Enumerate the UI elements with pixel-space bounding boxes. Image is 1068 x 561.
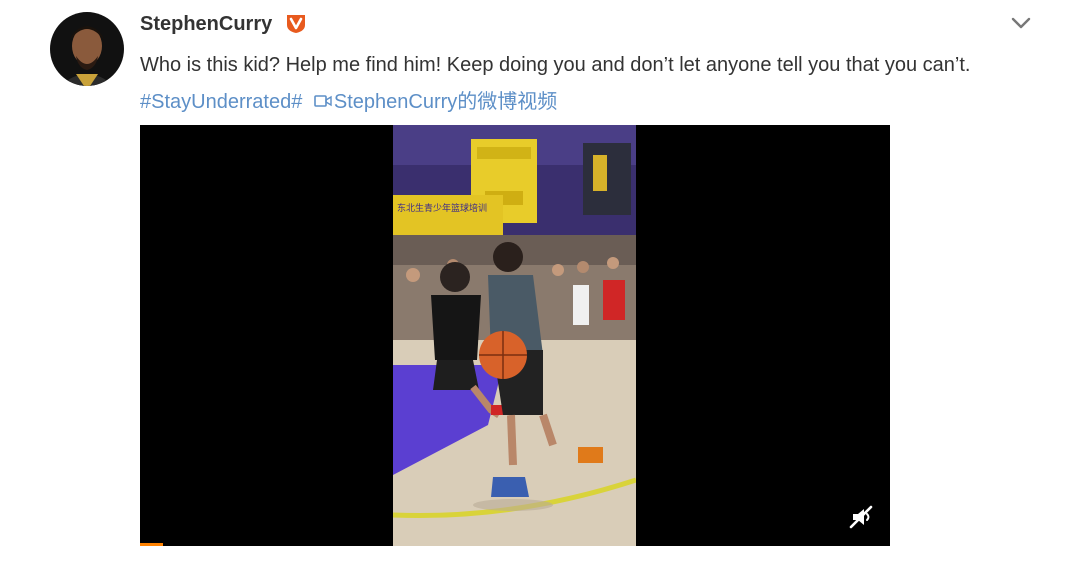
hashtag-link[interactable]: #StayUnderrated# — [140, 91, 302, 113]
video-progress-bar[interactable] — [140, 543, 163, 546]
avatar-image — [50, 12, 124, 86]
video-link[interactable]: StephenCurry的微博视频 — [308, 91, 557, 113]
muted-speaker-icon[interactable] — [848, 503, 876, 531]
post-body-text: Who is this kid? Help me find him! Keep … — [140, 54, 971, 76]
verified-badge-icon — [285, 12, 307, 34]
post-text: Who is this kid? Help me find him! Keep … — [140, 47, 1000, 121]
video-frame: 东北生青少年篮球培训 — [393, 125, 636, 546]
avatar[interactable] — [50, 12, 124, 86]
username[interactable]: StephenCurry — [140, 13, 272, 36]
video-link-label: StephenCurry的微博视频 — [333, 91, 558, 113]
video-player[interactable]: 东北生青少年篮球培训 — [140, 125, 890, 546]
chevron-down-icon[interactable] — [1008, 10, 1034, 36]
camera-icon — [314, 95, 332, 108]
banner-text: 东北生青少年篮球培训 — [397, 202, 487, 214]
